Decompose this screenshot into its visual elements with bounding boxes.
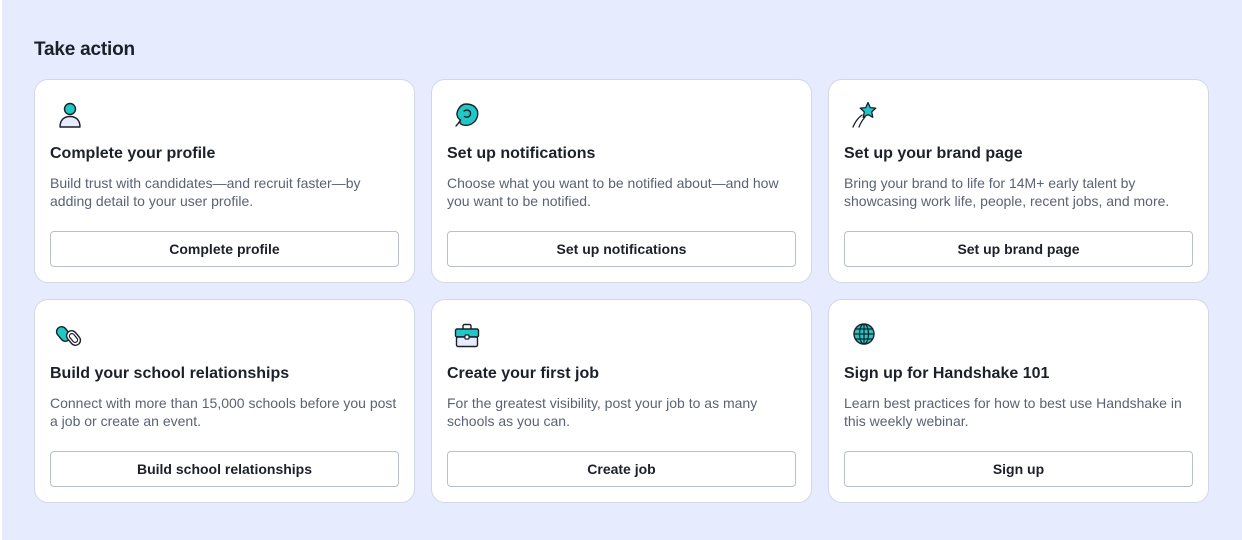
globe-icon [849,320,879,350]
card-build-school-relationships: Build your school relationships Connect … [34,299,415,503]
card-complete-profile: Complete your profile Build trust with c… [34,79,415,283]
card-description: Bring your brand to life for 14M+ early … [844,175,1170,209]
card-title: Set up notifications [447,145,596,162]
set-up-brand-page-button[interactable]: Set up brand page [844,231,1193,267]
card-title: Sign up for Handshake 101 [844,365,1050,382]
notification-swirl-icon [452,100,482,130]
card-description: Learn best practices for how to best use… [844,395,1182,429]
card-title: Complete your profile [50,145,216,162]
create-job-button[interactable]: Create job [447,451,796,487]
action-cards-grid: Complete your profile Build trust with c… [34,79,1209,503]
card-set-up-brand-page: Set up your brand page Bring your brand … [828,79,1209,283]
card-title: Build your school relationships [50,365,290,382]
person-icon [55,100,85,130]
card-title: Set up your brand page [844,145,1023,162]
build-school-relationships-button[interactable]: Build school relationships [50,451,399,487]
card-description: Choose what you want to be notified abou… [447,175,779,209]
sign-up-button[interactable]: Sign up [844,451,1193,487]
set-up-notifications-button[interactable]: Set up notifications [447,231,796,267]
card-sign-up-handshake-101: Sign up for Handshake 101 Learn best pra… [828,299,1209,503]
briefcase-icon [452,320,482,350]
card-title: Create your first job [447,365,600,382]
complete-profile-button[interactable]: Complete profile [50,231,399,267]
shooting-star-icon [849,100,879,130]
card-description: For the greatest visibility, post your j… [447,395,758,429]
card-set-up-notifications: Set up notifications Choose what you wan… [431,79,812,283]
card-description: Build trust with candidates—and recruit … [50,175,361,209]
card-description: Connect with more than 15,000 schools be… [50,395,397,429]
card-create-first-job: Create your first job For the greatest v… [431,299,812,503]
section-title: Take action [34,39,135,60]
chain-link-icon [55,320,85,350]
